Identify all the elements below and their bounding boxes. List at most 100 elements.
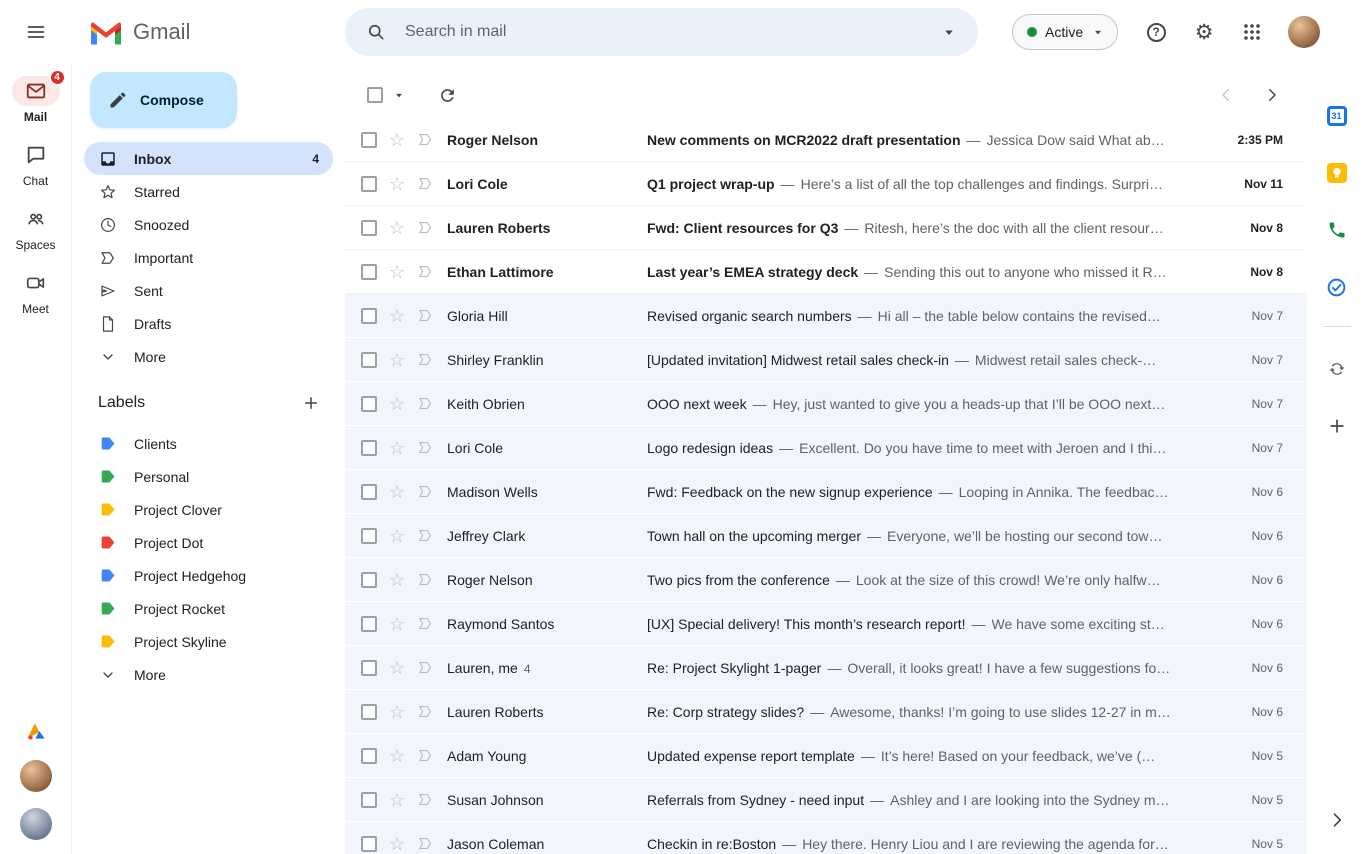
email-checkbox[interactable] — [361, 175, 377, 192]
email-row[interactable]: ☆ Ethan Lattimore Last year’s EMEA strat… — [345, 250, 1307, 294]
sidebar-item-important[interactable]: Important — [84, 241, 333, 274]
newer-page-button[interactable] — [1217, 86, 1235, 104]
email-row[interactable]: ☆ Lauren, me 4 Re: Project Skylight 1-pa… — [345, 646, 1307, 690]
older-page-button[interactable] — [1263, 86, 1281, 104]
get-addons-button[interactable] — [1317, 406, 1357, 446]
settings-button[interactable]: ⚙ — [1184, 12, 1224, 52]
voice-button[interactable] — [1317, 210, 1357, 250]
email-checkbox[interactable] — [361, 615, 377, 632]
important-marker-icon[interactable] — [411, 527, 439, 544]
tasks-button[interactable] — [1317, 267, 1357, 307]
email-row[interactable]: ☆ Jeffrey Clark Town hall on the upcomin… — [345, 514, 1307, 558]
star-icon[interactable]: ☆ — [383, 703, 411, 721]
calendar-button[interactable]: 31 — [1317, 96, 1357, 136]
star-icon[interactable]: ☆ — [383, 351, 411, 369]
important-marker-icon[interactable] — [411, 747, 439, 764]
compose-button[interactable]: Compose — [90, 72, 237, 128]
sidebar-item-inbox[interactable]: Inbox 4 — [84, 142, 333, 175]
sidebar-item-more[interactable]: More — [84, 340, 333, 373]
sidebar-item-sent[interactable]: Sent — [84, 274, 333, 307]
sidebar-labels-more[interactable]: More — [84, 658, 333, 691]
important-marker-icon[interactable] — [411, 659, 439, 676]
email-checkbox[interactable] — [361, 395, 377, 412]
star-icon[interactable]: ☆ — [383, 659, 411, 677]
contact-avatar[interactable] — [19, 760, 52, 792]
search-input[interactable] — [405, 23, 934, 41]
important-marker-icon[interactable] — [411, 175, 439, 192]
help-button[interactable]: ? — [1136, 12, 1176, 52]
email-checkbox[interactable] — [361, 835, 377, 852]
add-label-button[interactable] — [295, 387, 327, 419]
email-row[interactable]: ☆ Shirley Franklin [Updated invitation] … — [345, 338, 1307, 382]
important-marker-icon[interactable] — [411, 307, 439, 324]
expand-side-panel-button[interactable] — [1317, 800, 1357, 840]
status-selector[interactable]: Active — [1012, 14, 1119, 50]
important-marker-icon[interactable] — [411, 395, 439, 412]
email-row[interactable]: ☆ Adam Young Updated expense report temp… — [345, 734, 1307, 778]
select-all-checkbox[interactable] — [367, 87, 383, 103]
email-row[interactable]: ☆ Raymond Santos [UX] Special delivery! … — [345, 602, 1307, 646]
important-marker-icon[interactable] — [411, 703, 439, 720]
keep-button[interactable] — [1317, 153, 1357, 193]
email-row[interactable]: ☆ Lori Cole Logo redesign ideas — Excell… — [345, 426, 1307, 470]
star-icon[interactable]: ☆ — [383, 527, 411, 545]
email-row[interactable]: ☆ Lori Cole Q1 project wrap-up — Here’s … — [345, 162, 1307, 206]
search-options-button[interactable] — [934, 17, 964, 47]
star-icon[interactable]: ☆ — [383, 835, 411, 853]
sidebar-label[interactable]: Project Clover — [84, 493, 333, 526]
important-marker-icon[interactable] — [411, 615, 439, 632]
rail-item-mail[interactable]: 4 Mail — [11, 69, 66, 124]
rail-item-chat[interactable]: Chat — [12, 140, 60, 188]
search-bar[interactable] — [345, 8, 978, 56]
important-marker-icon[interactable] — [411, 131, 439, 148]
star-icon[interactable]: ☆ — [383, 747, 411, 765]
refresh-button[interactable] — [431, 79, 463, 111]
important-marker-icon[interactable] — [411, 219, 439, 236]
sidebar-label[interactable]: Personal — [84, 460, 333, 493]
sidebar-label[interactable]: Project Hedgehog — [84, 559, 333, 592]
email-checkbox[interactable] — [361, 351, 377, 368]
email-row[interactable]: ☆ Madison Wells Fwd: Feedback on the new… — [345, 470, 1307, 514]
email-checkbox[interactable] — [361, 791, 377, 808]
star-icon[interactable]: ☆ — [383, 395, 411, 413]
email-checkbox[interactable] — [361, 703, 377, 720]
star-icon[interactable]: ☆ — [383, 175, 411, 193]
important-marker-icon[interactable] — [411, 483, 439, 500]
email-row[interactable]: ☆ Gloria Hill Revised organic search num… — [345, 294, 1307, 338]
sidebar-item-snoozed[interactable]: Snoozed — [84, 208, 333, 241]
email-checkbox[interactable] — [361, 659, 377, 676]
rail-item-meet[interactable]: Meet — [12, 268, 60, 316]
sidebar-label[interactable]: Project Rocket — [84, 592, 333, 625]
email-row[interactable]: ☆ Susan Johnson Referrals from Sydney - … — [345, 778, 1307, 822]
email-checkbox[interactable] — [361, 263, 377, 280]
star-icon[interactable]: ☆ — [383, 219, 411, 237]
email-checkbox[interactable] — [361, 527, 377, 544]
sidebar-item-drafts[interactable]: Drafts — [84, 307, 333, 340]
select-options-button[interactable] — [387, 83, 411, 107]
star-icon[interactable]: ☆ — [383, 439, 411, 457]
contact-avatar[interactable] — [19, 808, 52, 840]
search-button[interactable] — [361, 17, 391, 47]
account-menu[interactable] — [1288, 16, 1321, 48]
addon-button[interactable] — [1317, 349, 1357, 389]
sidebar-label[interactable]: Project Skyline — [84, 625, 333, 658]
important-marker-icon[interactable] — [411, 439, 439, 456]
sidebar-label[interactable]: Clients — [84, 427, 333, 460]
email-row[interactable]: ☆ Roger Nelson New comments on MCR2022 d… — [345, 118, 1307, 162]
email-checkbox[interactable] — [361, 307, 377, 324]
important-marker-icon[interactable] — [411, 835, 439, 852]
important-marker-icon[interactable] — [411, 263, 439, 280]
star-icon[interactable]: ☆ — [383, 791, 411, 809]
star-icon[interactable]: ☆ — [383, 307, 411, 325]
star-icon[interactable]: ☆ — [383, 263, 411, 281]
star-icon[interactable]: ☆ — [383, 571, 411, 589]
rail-item-spaces[interactable]: Spaces — [12, 204, 60, 252]
menu-button[interactable] — [16, 12, 56, 52]
email-checkbox[interactable] — [361, 219, 377, 236]
email-row[interactable]: ☆ Lauren Roberts Fwd: Client resources f… — [345, 206, 1307, 250]
email-checkbox[interactable] — [361, 483, 377, 500]
important-marker-icon[interactable] — [411, 791, 439, 808]
email-row[interactable]: ☆ Jason Coleman Checkin in re:Boston — H… — [345, 822, 1307, 854]
star-icon[interactable]: ☆ — [383, 131, 411, 149]
sidebar-label[interactable]: Project Dot — [84, 526, 333, 559]
